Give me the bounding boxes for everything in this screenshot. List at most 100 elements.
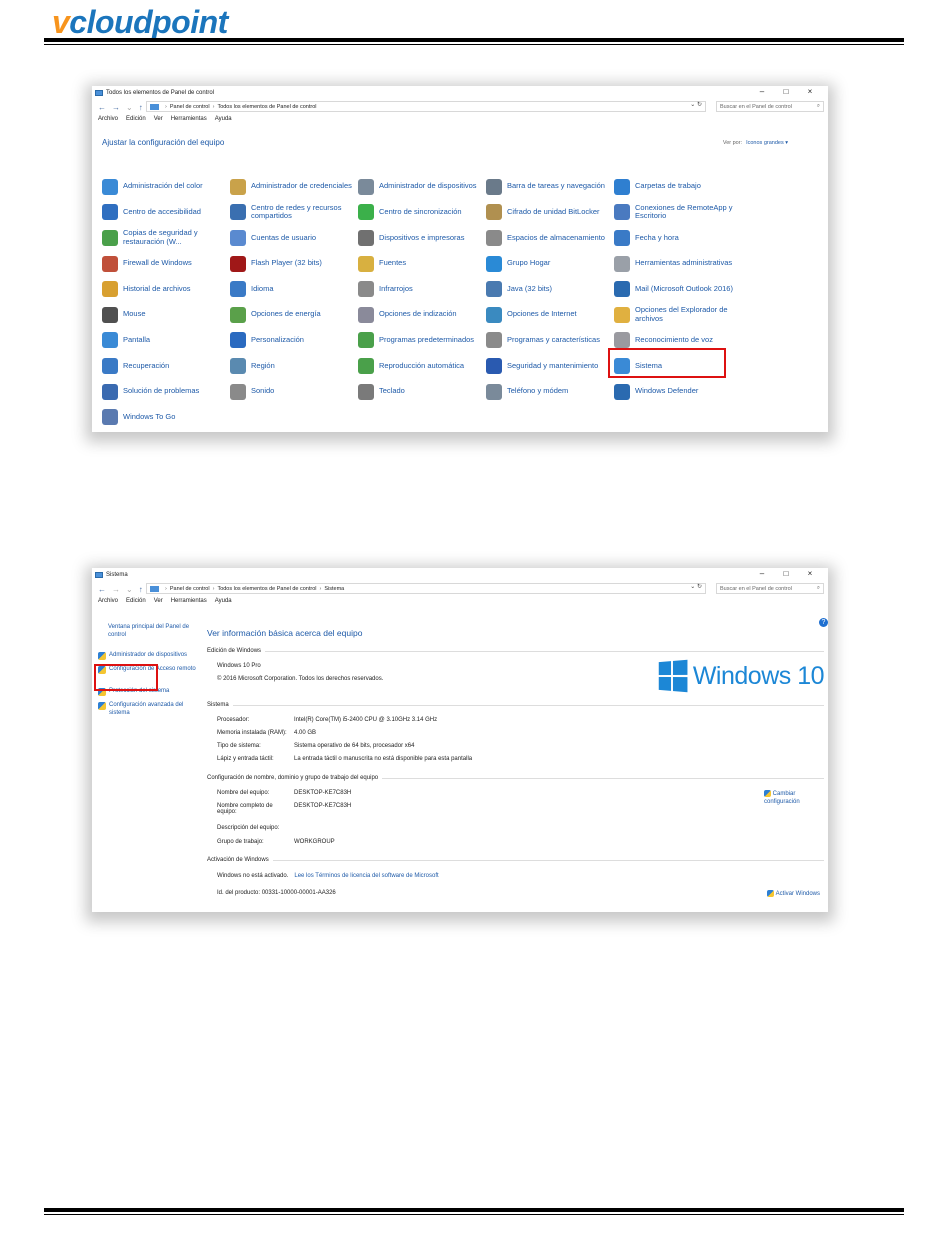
cp-item[interactable]: Historial de archivos [102, 276, 230, 302]
maximize-button[interactable]: □ [774, 87, 798, 96]
info-row: Procesador: Intel(R) Core(TM) i5-2400 CPU… [217, 717, 438, 723]
forward-icon[interactable]: → [112, 585, 120, 594]
cp-item[interactable]: Copias de seguridad y restauración (W... [102, 225, 230, 251]
cp-item[interactable]: Fuentes [358, 251, 486, 277]
activate-windows-link[interactable]: Activar Windows [767, 890, 820, 899]
license-link[interactable]: Lee los Términos de licencia del softwar… [294, 873, 438, 879]
menu-bar: Archivo Edición Ver Herramientas Ayuda [98, 598, 232, 604]
cp-item[interactable]: Administrador de dispositivos [358, 174, 486, 200]
cp-item[interactable]: Sonido [230, 379, 358, 405]
cp-item[interactable]: Reproducción automática [358, 353, 486, 379]
menu-ayuda[interactable]: Ayuda [215, 598, 232, 604]
menu-ver[interactable]: Ver [154, 598, 163, 604]
breadcrumb-item[interactable]: Todos los elementos de Panel de control [217, 104, 316, 110]
cp-item[interactable]: Región [230, 353, 358, 379]
back-icon[interactable]: ← [98, 585, 106, 594]
change-config-link[interactable]: Cambiar configuración [764, 790, 812, 807]
breadcrumb-item[interactable]: Panel de control [170, 586, 210, 592]
cp-item[interactable]: Centro de sincronización [358, 200, 486, 226]
menu-ayuda[interactable]: Ayuda [215, 116, 232, 122]
cp-item[interactable]: Centro de accesibilidad [102, 200, 230, 226]
cp-item[interactable]: Barra de tareas y navegación [486, 174, 614, 200]
cp-item-label: Opciones del Explorador de archivos [635, 305, 728, 323]
cp-item[interactable]: Recuperación [102, 353, 230, 379]
cp-item[interactable]: Opciones de Internet [486, 302, 614, 328]
menu-archivo[interactable]: Archivo [98, 116, 118, 122]
cp-item[interactable]: Grupo Hogar [486, 251, 614, 277]
cp-item[interactable]: Administrador de credenciales [230, 174, 358, 200]
cp-item[interactable]: Programas predeterminados [358, 328, 486, 354]
nav-advanced-settings[interactable]: Configuración avanzada del sistema [98, 702, 196, 717]
refresh-icon[interactable]: ⌄ ↻ [690, 101, 706, 108]
cp-item[interactable]: Mouse [102, 302, 230, 328]
cp-item[interactable]: Opciones de energía [230, 302, 358, 328]
cp-item[interactable]: Windows Defender [614, 379, 742, 405]
page-title: Ajustar la configuración del equipo [102, 138, 225, 147]
cp-item[interactable]: Teléfono y módem [486, 379, 614, 405]
search-input[interactable]: Buscar en el Panel de control ⌕ [716, 101, 824, 112]
close-button[interactable]: × [798, 569, 822, 578]
title-bar: Todos los elementos de Panel de control … [92, 86, 828, 100]
control-panel-item-icon [102, 383, 118, 400]
cp-item[interactable]: Centro de redes y recursos compartidos [230, 200, 358, 226]
cp-item[interactable]: Dispositivos e impresoras [358, 225, 486, 251]
menu-edicion[interactable]: Edición [126, 116, 146, 122]
up-icon[interactable]: ↑ [139, 585, 143, 594]
cp-item[interactable]: Firewall de Windows [102, 251, 230, 277]
cp-item-label: Opciones de energía [251, 309, 321, 319]
cp-item-label: Opciones de indización [379, 309, 457, 319]
refresh-icon[interactable]: ⌄ ↻ [690, 583, 706, 590]
cp-item[interactable]: Idioma [230, 276, 358, 302]
cp-item[interactable]: Carpetas de trabajo [614, 174, 742, 200]
cp-item-label: Pantalla [123, 335, 151, 345]
cp-item[interactable]: Mail (Microsoft Outlook 2016) [614, 276, 742, 302]
cp-item[interactable]: Espacios de almacenamiento [486, 225, 614, 251]
cp-item[interactable]: Administración del color [102, 174, 230, 200]
cp-item[interactable]: Teclado [358, 379, 486, 405]
cp-item[interactable]: Programas y características [486, 328, 614, 354]
back-icon[interactable]: ← [98, 103, 106, 112]
cp-item[interactable]: Fecha y hora [614, 225, 742, 251]
up-icon[interactable]: ↑ [139, 103, 143, 112]
nav-device-manager[interactable]: Administrador de dispositivos [98, 652, 196, 660]
cp-item[interactable]: Personalización [230, 328, 358, 354]
cp-item-label: Espacios de almacenamiento [507, 232, 605, 242]
control-panel-item-icon [230, 357, 246, 374]
cp-item[interactable]: Java (32 bits) [486, 276, 614, 302]
cp-item[interactable]: Opciones de indización [358, 302, 486, 328]
close-button[interactable]: × [798, 87, 822, 96]
cp-item[interactable]: Herramientas administrativas [614, 251, 742, 277]
address-bar[interactable]: › Panel de control › Todos los elementos… [146, 101, 706, 112]
breadcrumb-item[interactable]: Sistema [324, 586, 344, 592]
menu-herramientas[interactable]: Herramientas [171, 598, 207, 604]
control-panel-item-icon [614, 281, 630, 298]
nav-home-link[interactable]: Ventana principal del Panel de control [98, 624, 192, 639]
recent-chevron-icon[interactable]: ⌄ [126, 585, 133, 594]
breadcrumb-item[interactable]: Todos los elementos de Panel de control [217, 586, 316, 592]
menu-ver[interactable]: Ver [154, 116, 163, 122]
recent-chevron-icon[interactable]: ⌄ [126, 103, 133, 112]
forward-icon[interactable]: → [112, 103, 120, 112]
cp-item[interactable]: Pantalla [102, 328, 230, 354]
minimize-button[interactable]: – [750, 87, 774, 96]
cp-item[interactable]: Conexiones de RemoteApp y Escritorio [614, 200, 742, 226]
maximize-button[interactable]: □ [774, 569, 798, 578]
cp-item[interactable]: Cuentas de usuario [230, 225, 358, 251]
info-row: Tipo de sistema: Sistema operativo de 64 … [217, 743, 415, 749]
cp-item[interactable]: Flash Player (32 bits) [230, 251, 358, 277]
menu-archivo[interactable]: Archivo [98, 598, 118, 604]
breadcrumb-item[interactable]: Panel de control [170, 104, 210, 110]
cp-item[interactable]: Infrarrojos [358, 276, 486, 302]
cp-item[interactable]: Solución de problemas [102, 379, 230, 405]
cp-item[interactable]: Seguridad y mantenimiento [486, 353, 614, 379]
view-by-dropdown[interactable]: Iconos grandes ▾ [746, 140, 788, 146]
menu-herramientas[interactable]: Herramientas [171, 116, 207, 122]
cp-item[interactable]: Windows To Go [102, 404, 230, 430]
help-icon[interactable]: ? [819, 618, 828, 627]
minimize-button[interactable]: – [750, 569, 774, 578]
cp-item[interactable]: Cifrado de unidad BitLocker [486, 200, 614, 226]
menu-edicion[interactable]: Edición [126, 598, 146, 604]
cp-item[interactable]: Opciones del Explorador de archivos [614, 302, 742, 328]
address-bar[interactable]: › Panel de control › Todos los elementos… [146, 583, 706, 594]
search-input[interactable]: Buscar en el Panel de control ⌕ [716, 583, 824, 594]
